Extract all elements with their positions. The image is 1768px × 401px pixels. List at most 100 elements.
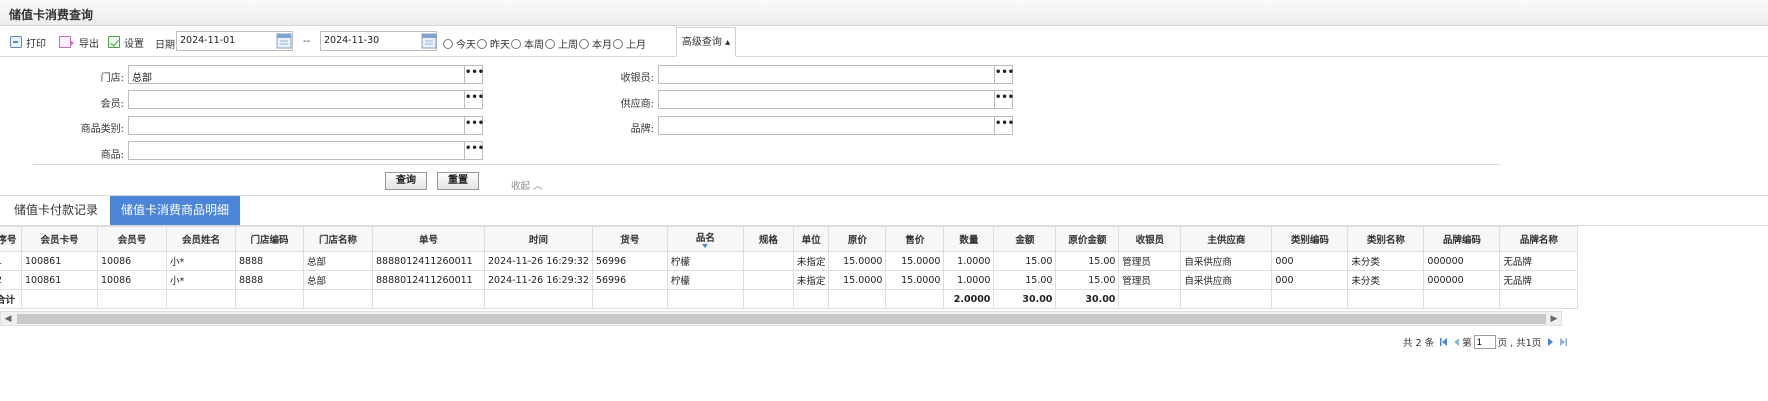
store-picker-button[interactable]: ••• — [464, 65, 484, 84]
radio-yesterday[interactable]: 昨天 — [477, 36, 510, 51]
radio-last-week[interactable]: 上周 — [545, 36, 578, 51]
table-cell — [742, 251, 794, 271]
table-row[interactable]: 1 100861 10086 小* 8888 总部 88880124112600… — [0, 251, 1579, 271]
table-cell: 柠檬 — [666, 270, 744, 290]
calendar-icon[interactable] — [421, 32, 437, 49]
radio-circle — [443, 38, 453, 49]
column-header[interactable]: 原价金额 — [1055, 226, 1120, 252]
column-header[interactable]: 门店名称 — [303, 226, 373, 252]
column-header[interactable]: 品牌编码 — [1423, 226, 1501, 252]
column-header[interactable]: 会员姓名 — [166, 226, 236, 252]
member-picker-button[interactable]: ••• — [464, 90, 484, 109]
cashier-input[interactable] — [658, 65, 997, 84]
column-header[interactable]: 金额 — [993, 226, 1057, 252]
category-picker-button[interactable]: ••• — [464, 116, 484, 135]
table-cell — [1499, 289, 1579, 309]
column-header[interactable]: 类别编码 — [1271, 226, 1349, 252]
prev-page-icon[interactable] — [1451, 337, 1461, 347]
page-suffix: 页 , 共1页 — [1497, 338, 1542, 349]
radio-label: 昨天 — [490, 40, 510, 51]
column-header[interactable]: 单位 — [792, 226, 830, 252]
column-header[interactable]: 主供应商 — [1180, 226, 1273, 252]
table-cell — [666, 289, 744, 309]
details-table: 序号 会员卡号 会员号 会员姓名 门店编码 门店名称 单号 时间 货号 品名 规… — [0, 226, 1579, 309]
table-cell: 10086 — [97, 251, 167, 271]
table-cell: 柠檬 — [666, 251, 744, 271]
column-header[interactable]: 会员号 — [97, 226, 167, 252]
table-cell: 15.0000 — [828, 270, 887, 290]
radio-circle — [511, 38, 521, 49]
tab-product-details[interactable]: 储值卡消费商品明细 — [110, 196, 240, 225]
column-header[interactable]: 品牌名称 — [1499, 226, 1579, 252]
reset-button[interactable]: 重置 — [437, 172, 479, 190]
settings-icon — [108, 36, 120, 48]
table-cell: 2 — [0, 270, 22, 290]
column-header[interactable]: 会员卡号 — [21, 226, 98, 252]
product-picker-button[interactable]: ••• — [464, 141, 484, 160]
supplier-picker-button[interactable]: ••• — [994, 90, 1014, 109]
date-to-input[interactable]: 2024-11-30 — [320, 31, 437, 51]
supplier-input[interactable] — [658, 90, 997, 109]
table-cell: 小* — [166, 270, 236, 290]
settings-button[interactable]: 设置 — [108, 35, 144, 50]
radio-this-month[interactable]: 本月 — [579, 36, 612, 51]
query-button[interactable]: 查询 — [385, 172, 427, 190]
scrollbar-thumb[interactable] — [17, 314, 1546, 324]
table-cell: 管理员 — [1118, 251, 1182, 271]
scroll-right-icon[interactable]: ▶ — [1548, 314, 1560, 324]
column-header[interactable]: 数量 — [943, 226, 995, 252]
member-input[interactable] — [128, 90, 466, 109]
tab-payment-records[interactable]: 储值卡付款记录 — [4, 196, 108, 225]
table-cell: 总部 — [303, 270, 373, 290]
column-header[interactable]: 原价 — [828, 226, 887, 252]
table-cell — [1180, 289, 1273, 309]
table-cell: 15.0000 — [828, 251, 887, 271]
scroll-left-icon[interactable]: ◀ — [2, 314, 14, 324]
brand-picker-button[interactable]: ••• — [994, 116, 1014, 135]
store-input[interactable]: 总部 — [128, 65, 466, 84]
table-cell: 56996 — [591, 251, 668, 271]
print-button[interactable]: 打印 — [10, 35, 46, 50]
first-page-icon[interactable] — [1439, 337, 1449, 347]
column-header[interactable]: 序号 — [0, 226, 22, 252]
cashier-picker-button[interactable]: ••• — [994, 65, 1014, 84]
column-header[interactable]: 类别名称 — [1347, 226, 1425, 252]
column-header[interactable]: 时间 — [484, 226, 593, 252]
column-header[interactable]: 规格 — [742, 226, 794, 252]
advanced-query-button[interactable]: 高级查询 ▴ — [676, 27, 736, 57]
product-input[interactable] — [128, 141, 466, 160]
radio-last-month[interactable]: 上月 — [613, 36, 646, 51]
column-header[interactable]: 单号 — [372, 226, 485, 252]
table-cell: 15.00 — [993, 270, 1057, 290]
radio-today[interactable]: 今天 — [443, 36, 476, 51]
column-header[interactable]: 门店编码 — [235, 226, 304, 252]
table-cell: 未指定 — [792, 270, 830, 290]
table-cell: 小* — [166, 251, 236, 271]
table-cell: 未分类 — [1347, 251, 1425, 271]
column-header[interactable]: 售价 — [885, 226, 945, 252]
brand-input[interactable] — [658, 116, 997, 135]
column-header[interactable]: 收银员 — [1118, 226, 1182, 252]
table-cell — [792, 289, 830, 309]
collapse-link[interactable]: 收起 ︿ — [511, 178, 543, 192]
table-cell: 1 — [0, 251, 22, 271]
calendar-icon[interactable] — [276, 32, 292, 49]
last-page-icon[interactable] — [1558, 337, 1568, 347]
table-cell — [828, 289, 887, 309]
column-header[interactable]: 货号 — [591, 226, 668, 252]
page-number-input[interactable] — [1473, 335, 1496, 349]
table-cell: 1.0000 — [943, 251, 995, 271]
radio-this-week[interactable]: 本周 — [511, 36, 544, 51]
table-cell: 8888012411260011 — [372, 251, 485, 271]
horizontal-scrollbar[interactable]: ◀ ▶ — [0, 311, 1562, 326]
table-cell: 15.0000 — [885, 251, 945, 271]
table-cell: 15.00 — [993, 251, 1057, 271]
column-header-sorted[interactable]: 品名 — [666, 226, 744, 252]
product-label: 商品: — [100, 150, 124, 161]
table-cell: 10086 — [97, 270, 167, 290]
category-input[interactable] — [128, 116, 466, 135]
export-button[interactable]: 导出 — [59, 35, 99, 50]
table-cell: 000000 — [1423, 251, 1501, 271]
table-row[interactable]: 2 100861 10086 小* 8888 总部 88880124112600… — [0, 270, 1579, 290]
next-page-icon[interactable] — [1546, 337, 1556, 347]
